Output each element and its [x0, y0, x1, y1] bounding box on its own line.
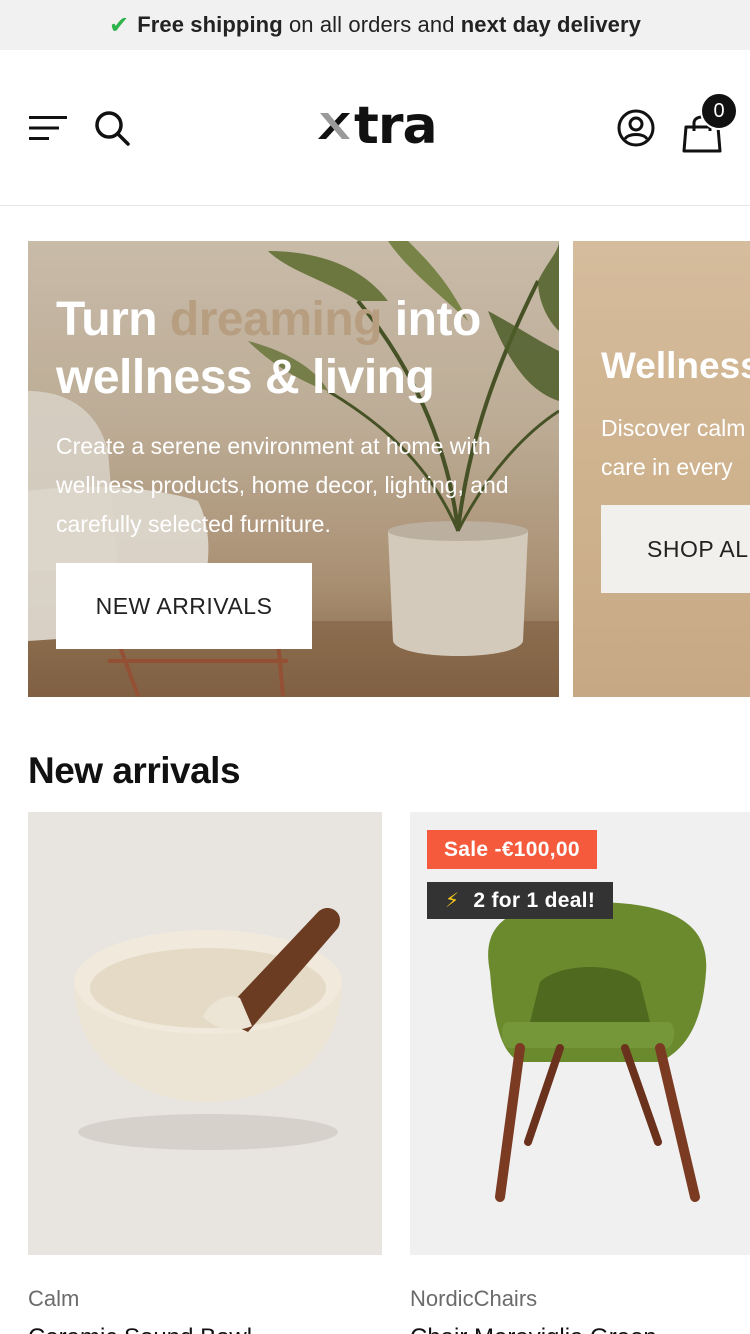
deal-badge-text: 2 for 1 deal! [473, 888, 596, 912]
announcement-free-shipping: Free shipping [137, 12, 283, 37]
shop-all-button[interactable]: SHOP AL [601, 505, 750, 593]
product-image[interactable] [28, 812, 382, 1255]
hero-description: Create a serene environment at home with… [56, 433, 509, 537]
hero-slider[interactable]: Turn dreaming into wellness & living Cre… [0, 241, 750, 697]
search-icon [95, 111, 130, 146]
lightning-icon: ⚡ [445, 890, 460, 912]
menu-button[interactable] [24, 108, 72, 148]
slide-2-text-line-2: care in every [601, 454, 733, 480]
announcement-bar: ✔ Free shipping on all orders and next d… [0, 0, 750, 50]
cart-count-badge: 0 [700, 92, 738, 130]
search-button[interactable] [90, 106, 134, 150]
sound-bowl-image [74, 907, 342, 1150]
product-title[interactable]: Ceramic Sound Bowl [28, 1324, 252, 1334]
green-chair-image [488, 902, 707, 1202]
site-header: tra 0 [0, 50, 750, 206]
product-vendor[interactable]: Calm [28, 1286, 79, 1312]
check-icon: ✔ [108, 11, 130, 39]
product-vendor[interactable]: NordicChairs [410, 1286, 537, 1312]
product-card[interactable]: Sale -€100,00 ⚡ 2 for 1 deal! NordicChai… [410, 812, 750, 1334]
hero-title-start: Turn [56, 293, 170, 346]
site-logo[interactable]: tra [314, 96, 438, 156]
deal-badge: ⚡ 2 for 1 deal! [427, 882, 614, 919]
logo-mark-icon [318, 113, 350, 139]
new-arrivals-heading: New arrivals [28, 750, 241, 791]
hero-slide-1[interactable]: Turn dreaming into wellness & living Cre… [28, 241, 559, 697]
logo-text: tra [354, 96, 438, 156]
hero-title: Turn dreaming into wellness & living [56, 291, 536, 407]
cart-button[interactable]: 0 [676, 92, 738, 154]
slide-2-title: Wellness [601, 345, 750, 386]
product-image[interactable]: Sale -€100,00 ⚡ 2 for 1 deal! [410, 812, 750, 1255]
announcement-text: on all orders and [282, 12, 461, 37]
new-arrivals-button[interactable]: NEW ARRIVALS [56, 563, 312, 649]
product-card[interactable]: Calm Ceramic Sound Bowl [28, 812, 382, 1334]
account-button[interactable] [614, 106, 658, 150]
hero-slide-2[interactable]: Wellness Discover calm care in every SHO… [573, 241, 750, 697]
announcement-next-day: next day delivery [460, 12, 642, 37]
hero-title-accent: dreaming [169, 293, 383, 346]
product-title[interactable]: Chair Meraviglia Green [410, 1324, 657, 1334]
slide-2-description: Discover calm care in every [601, 409, 750, 487]
slide-2-text-line-1: Discover calm [601, 415, 746, 441]
account-icon [617, 109, 655, 147]
menu-icon [29, 116, 67, 140]
sale-badge: Sale -€100,00 [427, 830, 597, 869]
